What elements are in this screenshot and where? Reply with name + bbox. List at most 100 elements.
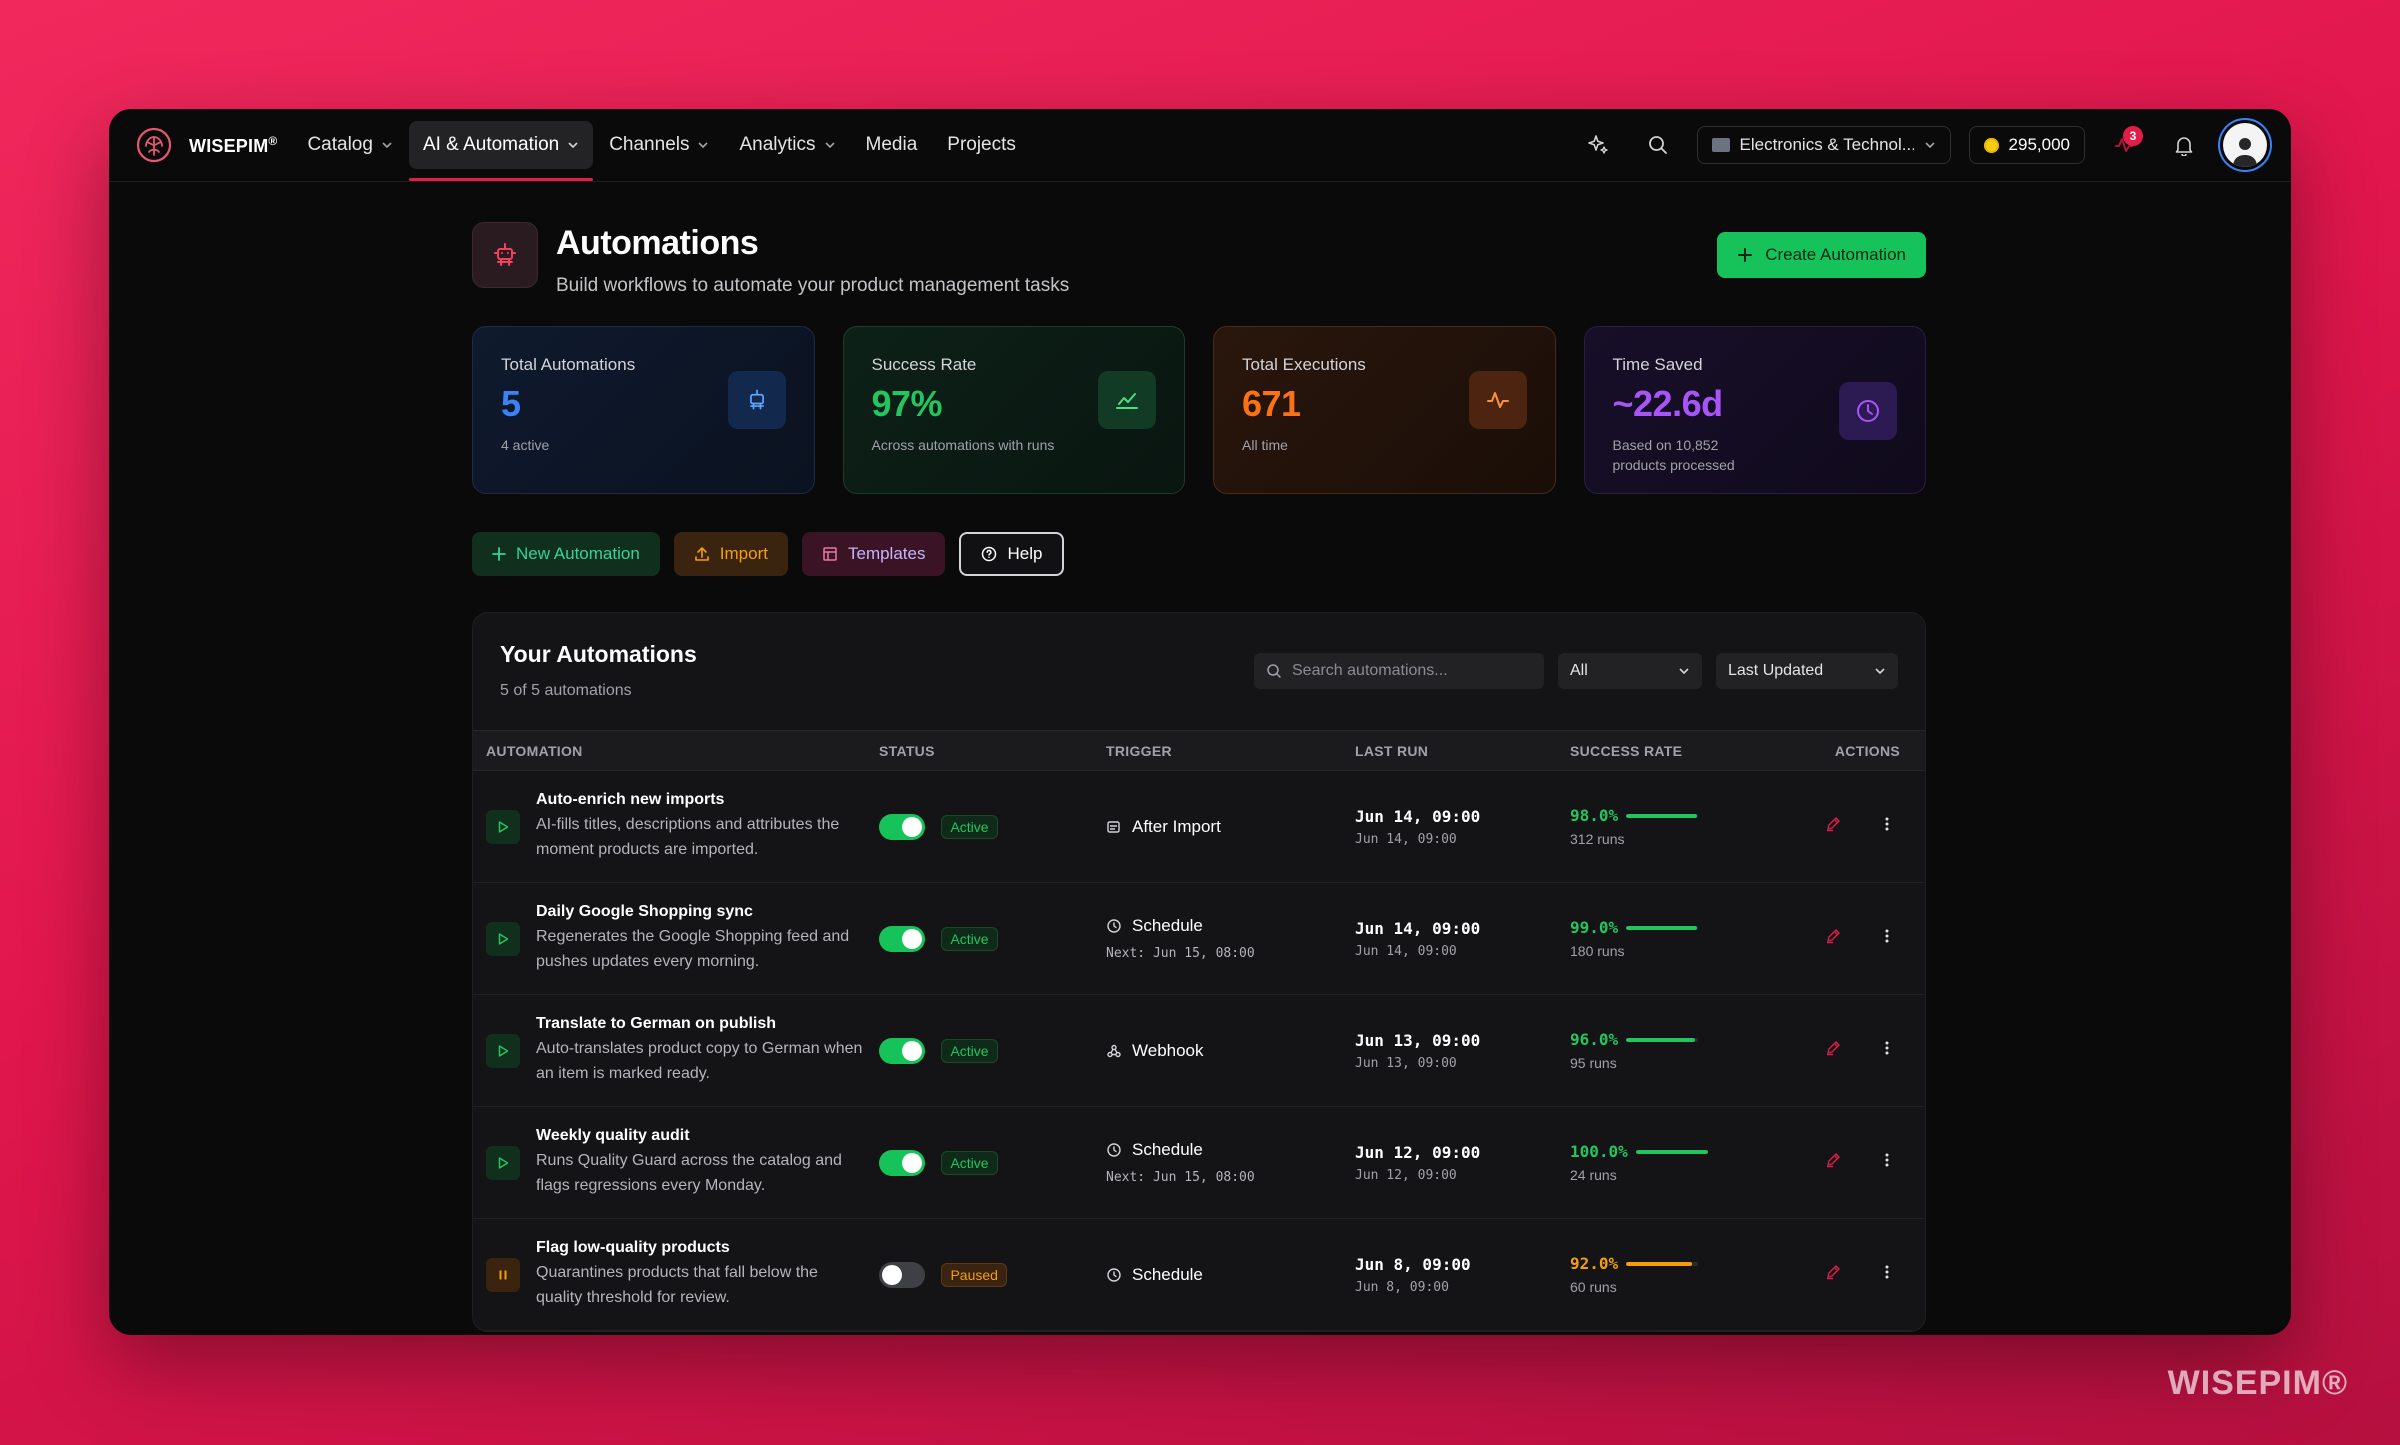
more-options-button[interactable]: [1879, 928, 1895, 949]
play-icon: [498, 932, 509, 945]
column-header-status[interactable]: STATUS: [879, 730, 1106, 771]
credits-balance[interactable]: 295,000: [1968, 126, 2085, 164]
column-header-success-rate[interactable]: SUCCESS RATE: [1570, 730, 1770, 771]
success-rate-bar: [1626, 1037, 1699, 1042]
automation-name[interactable]: Translate to German on publish: [536, 1015, 866, 1033]
more-options-button[interactable]: [1879, 1040, 1895, 1061]
search-input[interactable]: Search automations...: [1254, 653, 1544, 689]
more-vertical-icon: [1885, 1041, 1889, 1055]
workspace-label: Electronics & Technol...: [1739, 135, 1914, 154]
new-automation-button[interactable]: New Automation: [472, 532, 660, 576]
edit-button[interactable]: [1825, 1040, 1841, 1061]
brand-logo[interactable]: WISEPIM®: [133, 124, 277, 166]
success-rate-value: 100.0%: [1570, 1142, 1628, 1161]
create-automation-button[interactable]: Create Automation: [1717, 232, 1926, 278]
automation-description: Regenerates the Google Shopping feed and…: [536, 928, 850, 970]
nav-projects-label: Projects: [947, 134, 1016, 155]
new-automation-label: New Automation: [516, 544, 640, 563]
run-button[interactable]: [486, 1145, 520, 1180]
brand-watermark: WISEPIM®: [2167, 1364, 2348, 1402]
credits-value: 295,000: [2008, 135, 2070, 154]
notifications-button[interactable]: [2163, 124, 2205, 166]
enabled-toggle[interactable]: [879, 1261, 925, 1288]
stat-card-success-rate: Success Rate 97% Across automations with…: [842, 326, 1185, 494]
table-row[interactable]: Flag low-quality products Quarantines pr…: [473, 1218, 1925, 1331]
last-run-cell: Jun 13, 09:00 Jun 13, 09:00: [1355, 994, 1570, 1107]
sort-select[interactable]: Last Updated: [1716, 653, 1898, 689]
run-button[interactable]: [486, 1033, 520, 1068]
run-count: 180 runs: [1570, 943, 1625, 959]
more-options-button[interactable]: [1879, 1264, 1895, 1285]
automation-name[interactable]: Auto-enrich new imports: [536, 791, 866, 809]
automation-name[interactable]: Weekly quality audit: [536, 1127, 866, 1145]
status-cell: Paused: [879, 1218, 1106, 1331]
edit-button[interactable]: [1825, 928, 1841, 949]
stat-note: 4 active: [501, 437, 550, 453]
nav-projects[interactable]: Projects: [933, 121, 1030, 169]
status-badge: Active: [941, 1038, 998, 1063]
edit-button[interactable]: [1825, 816, 1841, 837]
status-filter-select[interactable]: All: [1558, 653, 1702, 689]
table-row[interactable]: Translate to German on publish Auto-tran…: [473, 994, 1925, 1107]
column-header-trigger[interactable]: TRIGGER: [1106, 730, 1355, 771]
success-rate-value: 99.0%: [1570, 918, 1619, 937]
enabled-toggle[interactable]: [879, 1037, 925, 1064]
success-rate-cell: 92.0% 60 runs: [1570, 1218, 1770, 1331]
nav-ai-automation[interactable]: AI & Automation: [408, 121, 594, 181]
table-row[interactable]: Weekly quality audit Runs Quality Guard …: [473, 1106, 1925, 1219]
edit-button[interactable]: [1825, 1264, 1841, 1285]
pencil-icon: [1827, 1041, 1840, 1056]
success-rate-cell: 100.0% 24 runs: [1570, 1106, 1770, 1219]
templates-button[interactable]: Templates: [801, 532, 946, 576]
enabled-toggle[interactable]: [879, 925, 925, 952]
more-vertical-icon: [1885, 817, 1889, 831]
trigger-label: Schedule: [1132, 1264, 1203, 1284]
coin-icon: [1983, 137, 1999, 153]
edit-button[interactable]: [1825, 1152, 1841, 1173]
table-row[interactable]: Auto-enrich new imports AI-fills titles,…: [473, 770, 1925, 883]
column-header-automation[interactable]: AUTOMATION: [473, 730, 879, 771]
search-placeholder: Search automations...: [1292, 662, 1448, 679]
chevron-down-icon: [1875, 668, 1885, 675]
next-run: Next: Jun 15, 08:00: [1106, 946, 1255, 961]
enabled-toggle[interactable]: [879, 813, 925, 840]
clock-icon: [1106, 918, 1122, 934]
automation-name[interactable]: Daily Google Shopping sync: [536, 903, 866, 921]
more-options-button[interactable]: [1879, 816, 1895, 837]
brand-name: WISEPIM®: [189, 133, 278, 156]
activity-button[interactable]: 3: [2103, 124, 2145, 166]
search-icon: [1648, 136, 1667, 154]
pencil-icon: [1827, 1153, 1840, 1168]
user-avatar[interactable]: [2223, 123, 2267, 167]
resume-button[interactable]: [486, 1257, 520, 1292]
automation-name[interactable]: Flag low-quality products: [536, 1239, 866, 1257]
more-options-button[interactable]: [1879, 1152, 1895, 1173]
enabled-toggle[interactable]: [879, 1149, 925, 1176]
nav-analytics[interactable]: Analytics: [725, 121, 849, 169]
column-header-last-run[interactable]: LAST RUN: [1355, 730, 1570, 771]
quick-actions: New Automation Import Templates Help: [472, 532, 1926, 576]
search-button[interactable]: [1637, 124, 1679, 166]
nav-right-tools: Electronics & Technol... 295,000 3: [1577, 123, 2267, 167]
import-button[interactable]: Import: [673, 532, 788, 576]
actions-cell: [1770, 994, 1925, 1107]
run-count: 24 runs: [1570, 1167, 1617, 1183]
automation-cell: Flag low-quality products Quarantines pr…: [473, 1218, 879, 1331]
nav-analytics-label: Analytics: [739, 134, 816, 155]
play-icon: [498, 1044, 509, 1057]
success-rate-cell: 98.0% 312 runs: [1570, 770, 1770, 883]
workspace-selector[interactable]: Electronics & Technol...: [1696, 126, 1951, 164]
nav-media[interactable]: Media: [852, 121, 932, 169]
pause-icon: [499, 1270, 507, 1279]
help-button[interactable]: Help: [959, 532, 1065, 576]
run-button[interactable]: [486, 809, 520, 844]
run-button[interactable]: [486, 921, 520, 956]
pencil-icon: [1827, 817, 1840, 832]
table-row[interactable]: Daily Google Shopping sync Regenerates t…: [473, 882, 1925, 995]
nav-catalog[interactable]: Catalog: [293, 121, 407, 169]
more-vertical-icon: [1885, 929, 1889, 943]
trigger-cell: Webhook: [1106, 994, 1355, 1107]
last-run-subtime: Jun 8, 09:00: [1355, 1279, 1449, 1295]
ai-sparkle-button[interactable]: [1577, 124, 1619, 166]
nav-channels[interactable]: Channels: [595, 121, 723, 169]
